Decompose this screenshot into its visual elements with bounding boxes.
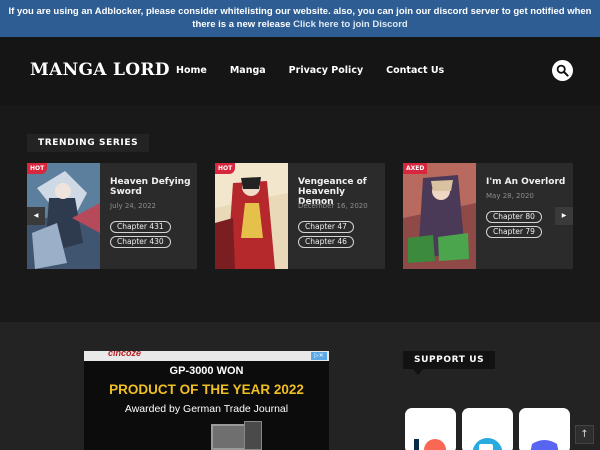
chapter-link[interactable]: Chapter 80 [486, 211, 542, 223]
scroll-to-top-button[interactable]: ↑ [575, 425, 594, 444]
footer-widgets: cincoze ▷✕ GP-3000 WON PRODUCT OF THE YE… [0, 322, 600, 450]
chapter-link[interactable]: Chapter 430 [110, 236, 171, 248]
ad-product-image [244, 421, 262, 450]
carousel-prev-button[interactable]: ◀ [27, 207, 45, 225]
chapter-link[interactable]: Chapter 431 [110, 221, 171, 233]
cover-image [403, 163, 476, 269]
carousel-next-button[interactable]: ▶ [555, 207, 573, 225]
site-logo[interactable]: MANGA LORD [30, 60, 170, 80]
nav-privacy-policy[interactable]: Privacy Policy [289, 65, 363, 76]
card-title[interactable]: Heaven Defying Sword [110, 177, 192, 197]
chapter-link[interactable]: Chapter 47 [298, 221, 354, 233]
chapter-link[interactable]: Chapter 79 [486, 226, 542, 238]
label-pointer [413, 369, 423, 375]
main-nav: Home Manga Privacy Policy Contact Us [176, 65, 467, 76]
support-heading: SUPPORT US [403, 351, 496, 369]
trending-card-heaven-defying-sword[interactable]: HOT Heaven Defying Sword July 24, 2022 C… [27, 163, 197, 269]
trending-card-im-an-overlord[interactable]: AXED I'm An Overlord May 28, 2020 Chapte… [403, 163, 573, 269]
nav-contact-us[interactable]: Contact Us [386, 65, 444, 76]
kofi-button[interactable] [462, 408, 513, 450]
nav-home[interactable]: Home [176, 65, 207, 76]
nav-manga[interactable]: Manga [230, 65, 266, 76]
card-date: May 28, 2020 [486, 192, 534, 200]
ad-subline: Awarded by German Trade Journal [124, 403, 289, 415]
chevron-right-icon: ▶ [561, 212, 567, 219]
site-header: MANGA LORD Home Manga Privacy Policy Con… [0, 37, 600, 105]
arrow-up-icon: ↑ [580, 429, 589, 440]
advertisement-banner[interactable]: cincoze ▷✕ GP-3000 WON PRODUCT OF THE YE… [84, 351, 329, 450]
card-date: July 24, 2022 [110, 202, 156, 210]
ad-choices-icon[interactable]: ▷✕ [311, 352, 327, 360]
adblock-notice-bar: If you are using an Adblocker, please co… [0, 0, 600, 37]
discord-icon [530, 440, 559, 450]
status-badge: HOT [27, 163, 48, 174]
discord-button[interactable] [519, 408, 570, 450]
trending-heading: TRENDING SERIES [27, 134, 150, 152]
search-button[interactable] [552, 60, 573, 81]
card-date: December 16, 2020 [298, 202, 368, 210]
ad-headline: GP-3000 WON [169, 365, 244, 377]
ad-brand-logo: cincoze [108, 351, 142, 358]
status-badge: HOT [215, 163, 236, 174]
kofi-icon [472, 438, 503, 450]
trending-card-vengeance-of-heavenly-demon[interactable]: HOT Vengeance of Heavenly Demon December… [215, 163, 385, 269]
search-icon [556, 64, 569, 77]
patreon-icon [414, 439, 446, 450]
discord-join-link[interactable]: Click here to join Discord [293, 19, 408, 30]
status-badge: AXED [403, 163, 428, 174]
patreon-button[interactable] [405, 408, 456, 450]
cover-image [215, 163, 288, 269]
trending-section: TRENDING SERIES HOT Heaven Defying Sword… [0, 105, 600, 322]
chevron-left-icon: ◀ [33, 212, 39, 219]
card-title[interactable]: I'm An Overlord [486, 177, 568, 187]
chapter-link[interactable]: Chapter 46 [298, 236, 354, 248]
ad-highlight: PRODUCT OF THE YEAR 2022 [109, 382, 304, 397]
